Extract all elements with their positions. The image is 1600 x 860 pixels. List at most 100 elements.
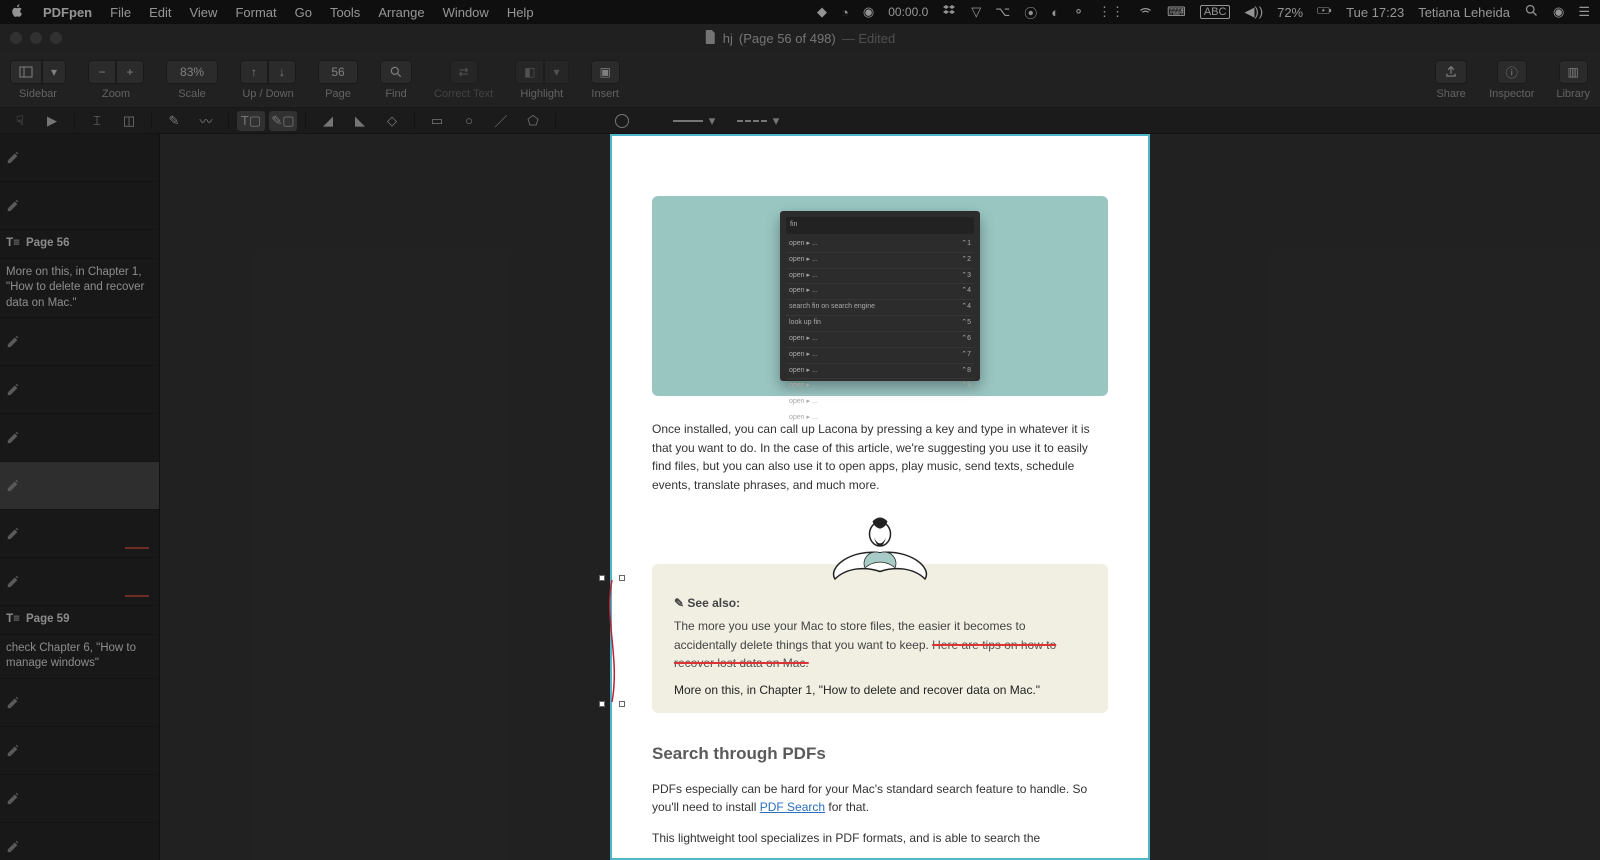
tag-icon[interactable]: ▽	[971, 4, 981, 20]
window-titlebar: hj (Page 56 of 498) — Edited	[0, 24, 1600, 52]
zoom-dot[interactable]	[50, 32, 62, 44]
spotlight-icon[interactable]	[1524, 3, 1539, 21]
insert-button[interactable]: ▣	[591, 60, 620, 84]
notifications-icon[interactable]: ☰	[1578, 4, 1590, 20]
highlight-label: Highlight	[520, 88, 563, 100]
page-thumbnail[interactable]	[0, 679, 159, 727]
page-thumbnail[interactable]	[0, 775, 159, 823]
select-tool[interactable]: ▶	[38, 111, 66, 131]
text-select-tool[interactable]: ⌶	[83, 111, 111, 131]
minimize-dot[interactable]	[30, 32, 42, 44]
line-style[interactable]: ▾	[664, 111, 724, 131]
page-thumbnail[interactable]	[0, 414, 159, 462]
sidebar-button[interactable]	[10, 60, 42, 84]
callout-added-note[interactable]: More on this, in Chapter 1, "How to dele…	[674, 681, 1086, 700]
sidebar-dropdown[interactable]: ▾	[42, 60, 66, 84]
volume-icon[interactable]: ◀))	[1244, 4, 1263, 20]
correct-text-button[interactable]: ⇄	[450, 60, 478, 84]
page-thumbnail[interactable]	[0, 134, 159, 182]
highlighter-icon	[6, 150, 20, 167]
text-box-tool[interactable]: T▢	[237, 111, 265, 131]
area-select-tool[interactable]: ◫	[115, 111, 143, 131]
page-thumbnail[interactable]	[0, 510, 159, 558]
record-icon[interactable]: ◉	[863, 4, 874, 20]
sidebar-note-text[interactable]: More on this, in Chapter 1, "How to dele…	[0, 259, 159, 319]
scale-group: 83% Scale	[166, 60, 218, 100]
eraser-tool[interactable]: ◇	[378, 111, 406, 131]
menu-help[interactable]: Help	[507, 5, 534, 20]
menu-view[interactable]: View	[189, 5, 217, 20]
page-thumbnail[interactable]	[0, 823, 159, 860]
input-source[interactable]: ABC	[1200, 5, 1231, 19]
page-thumbnail[interactable]	[0, 366, 159, 414]
page-field[interactable]: 56	[318, 60, 358, 84]
menu-file[interactable]: File	[110, 5, 131, 20]
close-dot[interactable]	[10, 32, 22, 44]
stroke-color[interactable]	[608, 111, 636, 131]
keyboard-icon[interactable]: ⌨	[1167, 4, 1186, 20]
app-name[interactable]: PDFpen	[43, 5, 92, 20]
page-thumbnail[interactable]	[0, 182, 159, 230]
battery-icon[interactable]	[1317, 3, 1332, 21]
highlight-dropdown[interactable]: ▾	[544, 60, 568, 84]
menu-tools[interactable]: Tools	[330, 5, 360, 20]
bolt-icon[interactable]: ◆	[817, 4, 827, 20]
document-page[interactable]: fin open ▸ ...⌃1open ▸ ...⌃2open ▸ ...⌃3…	[610, 134, 1150, 860]
thumbnail-sidebar[interactable]: T≡Page 56More on this, in Chapter 1, "Ho…	[0, 134, 160, 860]
lacona-result-row: open ▸ ...⌃8	[786, 364, 974, 380]
dash-style[interactable]: ▾	[728, 111, 788, 131]
find-button[interactable]	[380, 60, 412, 84]
traffic-lights[interactable]	[10, 32, 62, 44]
page-up-button[interactable]: ↑	[240, 60, 268, 84]
freehand-tool[interactable]: ✎	[160, 111, 188, 131]
apple-icon[interactable]	[10, 3, 25, 21]
share-button[interactable]	[1435, 60, 1467, 84]
inspector-button[interactable]: ⓘ	[1497, 60, 1527, 84]
scale-field[interactable]: 83%	[166, 60, 218, 84]
siri-icon[interactable]: ◉	[1553, 4, 1564, 20]
menu-format[interactable]: Format	[235, 5, 276, 20]
wifi-icon[interactable]	[1138, 3, 1153, 21]
line-tool[interactable]: ／	[487, 111, 515, 131]
bluetooth-icon[interactable]: ⚬	[1073, 4, 1084, 20]
lacona-result-row: open ▸ ...⌃2	[786, 253, 974, 269]
sidebar-note-header[interactable]: T≡Page 59	[0, 606, 159, 635]
bt-icon[interactable]: ⌥	[995, 4, 1010, 20]
dropbox-icon[interactable]	[942, 3, 957, 21]
clock[interactable]: Tue 17:23	[1346, 5, 1404, 20]
main-toolbar: ▾ Sidebar − + Zoom 83% Scale ↑ ↓ Up / Do…	[0, 52, 1600, 108]
rect-tool[interactable]: ▭	[423, 111, 451, 131]
ellipse-tool[interactable]: ○	[455, 111, 483, 131]
note-tool[interactable]: ✎▢	[269, 111, 297, 131]
camera-icon[interactable]: ⦿	[1024, 3, 1037, 22]
zoom-out-button[interactable]: −	[88, 60, 116, 84]
highlight-button[interactable]: ◧	[515, 60, 544, 84]
zoom-in-button[interactable]: +	[116, 60, 144, 84]
menu-arrange[interactable]: Arrange	[378, 5, 424, 20]
menu-window[interactable]: Window	[443, 5, 489, 20]
pdf-search-link[interactable]: PDF Search	[760, 800, 825, 814]
document-canvas[interactable]: fin open ▸ ...⌃1open ▸ ...⌃2open ▸ ...⌃3…	[160, 134, 1600, 860]
annotation-selection[interactable]	[602, 578, 622, 704]
squiggle-tool[interactable]: 〰	[192, 111, 220, 131]
sidebar-note-header[interactable]: T≡Page 56	[0, 230, 159, 259]
highlighter-tool[interactable]: ◢	[314, 111, 342, 131]
hand-tool[interactable]: ☟	[6, 111, 34, 131]
polygon-tool[interactable]: ⬠	[519, 111, 547, 131]
library-group: ▥ Library	[1556, 60, 1590, 100]
menu-edit[interactable]: Edit	[149, 5, 171, 20]
library-button[interactable]: ▥	[1559, 60, 1588, 84]
page-thumbnail[interactable]	[0, 462, 159, 510]
app-icon[interactable]: ◐	[1051, 5, 1059, 20]
menu-go[interactable]: Go	[295, 5, 312, 20]
page-down-button[interactable]: ↓	[268, 60, 296, 84]
page-thumbnail[interactable]	[0, 558, 159, 606]
page-thumbnail[interactable]	[0, 318, 159, 366]
sidebar-note-text[interactable]: check Chapter 6, "How to manage windows"	[0, 635, 159, 679]
dots-icon[interactable]: ⋮⋮	[1098, 4, 1124, 20]
timer-icon[interactable]: ◔	[841, 5, 849, 20]
page-thumbnail[interactable]	[0, 727, 159, 775]
marker-tool[interactable]: ◣	[346, 111, 374, 131]
library-label: Library	[1556, 88, 1590, 100]
user-name[interactable]: Tetiana Leheida	[1418, 5, 1510, 20]
